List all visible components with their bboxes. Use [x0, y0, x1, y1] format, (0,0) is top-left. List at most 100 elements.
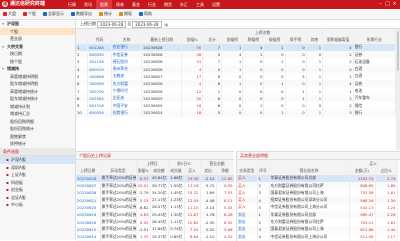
- market-list-item[interactable]: ▪ 深圳A股: [0, 164, 75, 172]
- table-row[interactable]: 8 002594 比亚迪 20230625 20 6 0 0 0 1 1 2 汽车整车: [76, 94, 396, 102]
- table-row[interactable]: 20230621 换手率达20%的证券 5.15 27.17亿 1.23亿 12.09 -4…: [76, 196, 234, 204]
- sidebar-item[interactable]: 股东增减持统计: [0, 95, 75, 103]
- market-list-item[interactable]: ▪ 北证A股: [0, 194, 75, 202]
- column-header[interactable]: 涨幅榜: [221, 36, 244, 44]
- table-row[interactable]: 卖出 2 东方财富证券股份有限公司拉萨 703.21 1.61: [237, 218, 398, 226]
- table-row[interactable]: 20230616 换手率达20%的证券 6.92 26.45亿 1.11亿 10.62 -2…: [76, 218, 234, 226]
- sidebar-item[interactable]: 增减持计划: [0, 103, 75, 111]
- table-row[interactable]: 买入 5 中信证券股份有限公司上海分公司 542.13 1.24: [237, 203, 398, 212]
- menu-item[interactable]: 工具: [192, 0, 208, 9]
- table-row[interactable]: 20230626 换手率达20%的证券 -3.79 34.20亿 1.45亿 15.22 1…: [76, 189, 234, 197]
- calendar-icon[interactable]: ▦: [165, 22, 169, 27]
- sidebar-item[interactable]: 高管增减持统计: [0, 88, 75, 96]
- maximize-button[interactable]: □: [384, 0, 391, 9]
- table-row[interactable]: 卖出 3 国泰君安证券股份有限公司上海 612.88 1.40: [237, 225, 398, 233]
- minimize-button[interactable]: –: [377, 0, 384, 9]
- date-to-input[interactable]: 2023-06-28: [132, 20, 162, 28]
- sidebar-item[interactable]: 增减持汇总: [0, 110, 75, 118]
- toolbar-button[interactable]: 期现: [116, 9, 132, 19]
- market-list-item[interactable]: ▪ 上证A股: [0, 171, 75, 179]
- market-list-item[interactable]: ▪ 科创板: [0, 179, 75, 187]
- sidebar-group[interactable]: ▾ 沪深股: [0, 20, 75, 28]
- table-row[interactable]: 2 600030 中信证券 20230628 28 5 4 1 0 0 0 2 证券: [76, 50, 396, 59]
- table-row[interactable]: 9 601318 中国平安 20230625 16 6 0 1 0 0 0 2 保险: [76, 101, 396, 110]
- table-row[interactable]: 买入 1 华泰证券股份有限公司总部 1193.74 2.74: [237, 174, 398, 182]
- column-header[interactable]: 序号: [257, 167, 270, 175]
- column-header[interactable]: 名称: [111, 36, 143, 44]
- sidebar-item[interactable]: 质押统计: [0, 140, 75, 148]
- table-row[interactable]: 卖出 4 中信证券股份有限公司上海分公司 511.06 1.17: [237, 232, 398, 241]
- sidebar-group[interactable]: ▾ 增减持: [0, 65, 75, 73]
- close-button[interactable]: ×: [391, 0, 398, 9]
- column-header[interactable]: 代码: [87, 36, 112, 44]
- menu-item-active[interactable]: 股票: [96, 0, 112, 9]
- market-list-item[interactable]: ▪ 创业板: [0, 186, 75, 194]
- table-row[interactable]: 买入 2 东方财富证券股份有限公司拉萨 808.65 1.85: [237, 181, 398, 190]
- table-row[interactable]: 20230628 换手率达20%的证券 8.37 43.84亿 1.88亿 19.36 -2…: [76, 174, 234, 182]
- menu-item[interactable]: 设置: [208, 0, 224, 9]
- market-list-item[interactable]: ▪ 沪深A股: [0, 156, 75, 164]
- sidebar-group[interactable]: ▾ 大宗交易: [0, 43, 75, 51]
- market-list-item[interactable]: ▪ 中小板: [0, 201, 75, 209]
- column-header[interactable]: 涨幅%: [136, 167, 151, 175]
- column-header[interactable]: 涨幅%: [181, 36, 204, 44]
- menu-item[interactable]: 期货: [160, 0, 176, 9]
- table-row[interactable]: 5 000858 五粮液 20230627 17 6 0 0 0 5 1 1 白酒: [76, 72, 396, 81]
- column-header[interactable]: 换手榜: [285, 36, 307, 44]
- top-table-scrollbar[interactable]: [396, 29, 400, 150]
- table-row[interactable]: 1 601288 农业银行 20230628 50 7 1 4 1 0 1 4 银行: [76, 43, 396, 51]
- column-header[interactable]: 买入: [184, 167, 201, 175]
- sidebar-item[interactable]: 股份回购统计: [0, 125, 75, 133]
- column-header[interactable]: 金额(万): [349, 167, 376, 175]
- table-row[interactable]: 20230614 换手率达20%的证券 2.32 19.37亿 0.85亿 8.84 -1.…: [76, 232, 234, 241]
- column-header[interactable]: [76, 36, 89, 44]
- column-header[interactable]: 异动类型: [100, 167, 137, 175]
- sidebar-item[interactable]: 限售解禁: [0, 133, 75, 141]
- table-row[interactable]: 20230627 换手率达20%的证券 10.01 39.77亿 1.55亿 17.16 5…: [76, 181, 234, 190]
- column-header[interactable]: 总计: [202, 36, 223, 44]
- column-header[interactable]: 卖出: [200, 167, 217, 175]
- sidebar-item[interactable]: 股东增减持明细: [0, 80, 75, 88]
- table-row[interactable]: 7 300750 宁德时代 20230626 12 1 0 0 0 1 1 1 电池: [76, 87, 396, 95]
- toolbar-button[interactable]: 帮助: [136, 9, 152, 19]
- sidebar-item[interactable]: 个股: [0, 27, 75, 35]
- column-header[interactable]: 营业部名称: [269, 167, 350, 175]
- column-header[interactable]: 成交额: [150, 167, 169, 175]
- sidebar-item[interactable]: 股份回购明细: [0, 118, 75, 126]
- menu-item[interactable]: 行情: [64, 0, 80, 9]
- menu-item[interactable]: 资讯: [80, 0, 96, 9]
- toolbar-button[interactable]: 大盘: [0, 9, 16, 19]
- scroll-thumb[interactable]: [397, 31, 399, 71]
- menu-item[interactable]: 外汇: [176, 0, 192, 9]
- toolbar-button[interactable]: 个股: [20, 9, 36, 19]
- column-header[interactable]: 涨跌幅偏离值: [322, 36, 354, 44]
- column-header[interactable]: 净额: [216, 167, 234, 175]
- column-header[interactable]: 交易类型: [237, 167, 258, 175]
- column-header[interactable]: 最新上榜日期: [141, 36, 183, 44]
- sidebar-item[interactable]: 按个股: [0, 58, 75, 66]
- table-row[interactable]: 20230619 换手率达20%的证券 4.83 29.43亿 1.30亿 12.87 1.…: [76, 211, 234, 219]
- table-row[interactable]: 3 301158 德石股份 20230628 31 7 1 0 1 0 1 2 石油设备: [76, 58, 396, 66]
- toolbar-button[interactable]: 全屏显示: [40, 9, 64, 19]
- table-row[interactable]: 20230620 换手率达20%的证券 -6.82 26.57亿 1.13亿 11.10-…: [76, 203, 234, 212]
- table-row[interactable]: 卖出 1 华泰证券股份有限公司总部 985.47 2.26: [237, 211, 398, 219]
- column-header[interactable]: 跌幅榜: [242, 36, 265, 44]
- table-row[interactable]: 买入 3 国泰君安证券股份有限公司上海 703.58 1.61: [237, 189, 398, 197]
- sidebar-item[interactable]: 高管增减持明细: [0, 73, 75, 81]
- column-header[interactable]: 其他: [306, 36, 324, 44]
- toolbar-button[interactable]: 统计: [96, 9, 112, 19]
- column-header[interactable]: 振幅榜: [263, 36, 286, 44]
- table-row[interactable]: 买入 4 招商证券股份有限公司深圳分公司 568.26 1.30: [237, 196, 398, 204]
- sidebar-item[interactable]: 营业部: [0, 35, 75, 43]
- menu-item[interactable]: 行业: [144, 0, 160, 9]
- column-header[interactable]: 成交量: [168, 167, 185, 175]
- column-header[interactable]: 占比%: [375, 167, 398, 175]
- toolbar-button[interactable]: 数据导出: [68, 9, 92, 19]
- table-row[interactable]: 6 300059 东方财富 20230626 4 6 1 0 1 0 1 4 证券: [76, 80, 396, 88]
- table-row[interactable]: 4 600519 贵州茅台 20230628 4 0 1 0 0 0 1 0 白酒: [76, 65, 396, 73]
- column-header[interactable]: 所属行业: [353, 36, 396, 44]
- column-header[interactable]: 上榜日期: [76, 167, 101, 175]
- table-row[interactable]: 10 600036 招商银行 20230624 18 5 0 0 1 0 1 3 银行: [76, 109, 396, 117]
- sidebar-item[interactable]: 按日期: [0, 50, 75, 58]
- table-row[interactable]: 20230615 换手率达20%的证券 -1.51 17.64亿 0.74亿 7.51 0.…: [76, 225, 234, 233]
